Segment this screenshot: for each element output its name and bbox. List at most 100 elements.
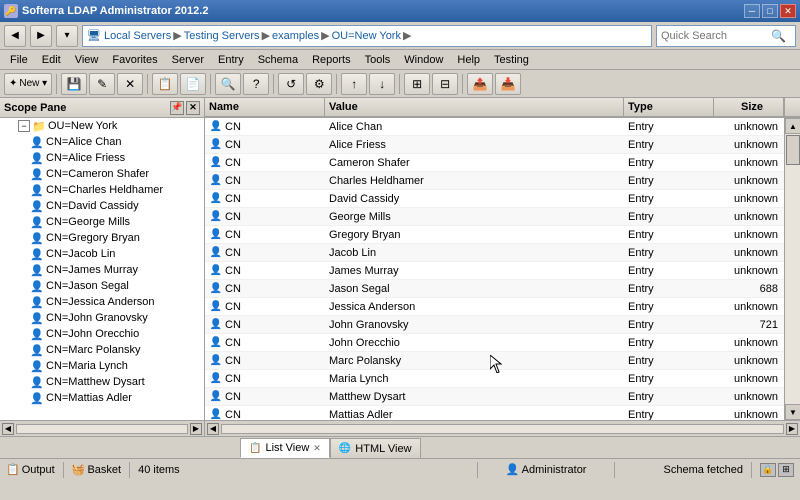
table-row[interactable]: 👤 CN John Orecchio Entry unknown (205, 334, 784, 352)
table-row[interactable]: 👤 CN Mattias Adler Entry unknown (205, 406, 784, 420)
breadcrumb-item[interactable]: examples (272, 30, 319, 42)
delete-button[interactable]: ✕ (117, 73, 143, 95)
export-button[interactable]: 📤 (467, 73, 493, 95)
table-row[interactable]: 👤 CN Matthew Dysart Entry unknown (205, 388, 784, 406)
search-button[interactable]: 🔍 (215, 73, 241, 95)
tree-item[interactable]: 👤 CN=Matthew Dysart (0, 374, 204, 390)
table-row[interactable]: 👤 CN Jessica Anderson Entry unknown (205, 298, 784, 316)
hscroll-track[interactable] (221, 424, 784, 434)
tree-item[interactable]: 👤 CN=George Mills (0, 214, 204, 230)
help-button[interactable]: ? (243, 73, 269, 95)
tree-item[interactable]: 👤 CN=Gregory Bryan (0, 230, 204, 246)
search-icon[interactable]: 🔍 (771, 29, 786, 43)
import-button[interactable]: 📥 (495, 73, 521, 95)
status-icon-2[interactable]: ⊞ (778, 463, 794, 477)
copy-button[interactable]: 📋 (152, 73, 178, 95)
table-row[interactable]: 👤 CN Cameron Shafer Entry unknown (205, 154, 784, 172)
tree-item[interactable]: 👤 CN=Alice Friess (0, 150, 204, 166)
menu-reports[interactable]: Reports (306, 52, 357, 68)
vscrollbar[interactable]: ▲ ▼ (784, 118, 800, 420)
status-icons[interactable]: 🔒 ⊞ (760, 463, 794, 477)
scope-pin-button[interactable]: 📌 (170, 101, 184, 115)
maximize-button[interactable]: □ (762, 4, 778, 18)
hscroll-track[interactable] (16, 424, 188, 434)
content-scroll[interactable]: 👤 CN Alice Chan Entry unknown 👤 CN Alice… (205, 118, 784, 420)
tab-html-view[interactable]: 🌐 HTML View (330, 438, 421, 458)
minimize-button[interactable]: ─ (744, 4, 760, 18)
tab-list-view[interactable]: 📋 List View ✕ (240, 438, 330, 458)
table-row[interactable]: 👤 CN Gregory Bryan Entry unknown (205, 226, 784, 244)
settings-button[interactable]: ⚙ (306, 73, 332, 95)
tree-item[interactable]: 👤 CN=Jacob Lin (0, 246, 204, 262)
save-button[interactable]: 💾 (61, 73, 87, 95)
vscroll-track[interactable] (785, 134, 800, 404)
refresh-button[interactable]: ↺ (278, 73, 304, 95)
basket-tab[interactable]: 🧺 Basket (72, 463, 121, 476)
content-hscrollbar[interactable]: ◀ ▶ (205, 420, 800, 436)
table-row[interactable]: 👤 CN James Murray Entry unknown (205, 262, 784, 280)
scroll-up-button[interactable]: ▲ (785, 118, 800, 134)
nav-up-button[interactable]: ↑ (341, 73, 367, 95)
tree-expand[interactable]: − (18, 120, 30, 132)
tree-item[interactable]: 👤 CN=David Cassidy (0, 198, 204, 214)
table-row[interactable]: 👤 CN Charles Heldhamer Entry unknown (205, 172, 784, 190)
status-icon-1[interactable]: 🔒 (760, 463, 776, 477)
menu-tools[interactable]: Tools (359, 52, 397, 68)
menu-window[interactable]: Window (398, 52, 449, 68)
scope-hscrollbar[interactable]: ◀ ▶ (0, 420, 204, 436)
table-row[interactable]: 👤 CN George Mills Entry unknown (205, 208, 784, 226)
dropdown-button[interactable]: ▾ (56, 25, 78, 47)
scroll-right-button[interactable]: ▶ (190, 423, 202, 435)
search-box[interactable]: 🔍 (656, 25, 796, 47)
menu-schema[interactable]: Schema (252, 52, 304, 68)
table-row[interactable]: 👤 CN Jason Segal Entry 688 (205, 280, 784, 298)
menu-entry[interactable]: Entry (212, 52, 250, 68)
menu-favorites[interactable]: Favorites (106, 52, 163, 68)
edit-button[interactable]: ✎ (89, 73, 115, 95)
scope-tree[interactable]: − 📁 OU=New York 👤 CN=Alice Chan 👤 CN=Ali… (0, 118, 204, 420)
table-row[interactable]: 👤 CN Marc Polansky Entry unknown (205, 352, 784, 370)
menu-view[interactable]: View (69, 52, 105, 68)
search-input[interactable] (661, 30, 771, 42)
col-header-type[interactable]: Type (624, 98, 714, 116)
col-header-value[interactable]: Value (325, 98, 624, 116)
scope-controls[interactable]: 📌 ✕ (170, 101, 200, 115)
tree-item[interactable]: 👤 CN=John Granovsky (0, 310, 204, 326)
breadcrumb-item[interactable]: OU=New York (332, 30, 401, 42)
menu-help[interactable]: Help (451, 52, 486, 68)
tree-item[interactable]: 👤 CN=Cameron Shafer (0, 166, 204, 182)
table-row[interactable]: 👤 CN David Cassidy Entry unknown (205, 190, 784, 208)
tree-item[interactable]: 👤 CN=Jason Segal (0, 278, 204, 294)
scope-close-button[interactable]: ✕ (186, 101, 200, 115)
menu-testing[interactable]: Testing (488, 52, 535, 68)
tree-item[interactable]: 👤 CN=Mattias Adler (0, 390, 204, 406)
collapse-button[interactable]: ⊟ (432, 73, 458, 95)
col-header-name[interactable]: Name (205, 98, 325, 116)
tree-item[interactable]: 👤 CN=Charles Heldhamer (0, 182, 204, 198)
window-controls[interactable]: ─ □ ✕ (744, 4, 796, 18)
tree-root[interactable]: − 📁 OU=New York (0, 118, 204, 134)
scroll-left-button[interactable]: ◀ (207, 423, 219, 435)
scroll-left-button[interactable]: ◀ (2, 423, 14, 435)
vscroll-thumb[interactable] (786, 135, 800, 165)
scroll-down-button[interactable]: ▼ (785, 404, 800, 420)
menu-edit[interactable]: Edit (36, 52, 67, 68)
table-row[interactable]: 👤 CN John Granovsky Entry 721 (205, 316, 784, 334)
table-row[interactable]: 👤 CN Maria Lynch Entry unknown (205, 370, 784, 388)
breadcrumb[interactable]: 🖥 Local Servers ▶ Testing Servers ▶ exam… (82, 25, 652, 47)
back-button[interactable]: ◀ (4, 25, 26, 47)
new-button[interactable]: ✦ New ▾ (4, 73, 52, 95)
tree-item[interactable]: 👤 CN=Marc Polansky (0, 342, 204, 358)
scroll-right-button[interactable]: ▶ (786, 423, 798, 435)
breadcrumb-item[interactable]: 🖥 Local Servers (87, 29, 171, 42)
breadcrumb-item[interactable]: Testing Servers (184, 30, 260, 42)
tree-item[interactable]: 👤 CN=John Orecchio (0, 326, 204, 342)
table-row[interactable]: 👤 CN Jacob Lin Entry unknown (205, 244, 784, 262)
nav-down-button[interactable]: ↓ (369, 73, 395, 95)
tab-close-button[interactable]: ✕ (313, 443, 321, 454)
menu-file[interactable]: File (4, 52, 34, 68)
tree-item[interactable]: 👤 CN=James Murray (0, 262, 204, 278)
tree-item[interactable]: 👤 CN=Maria Lynch (0, 358, 204, 374)
output-tab[interactable]: 📋 Output (6, 463, 55, 476)
menu-server[interactable]: Server (166, 52, 210, 68)
